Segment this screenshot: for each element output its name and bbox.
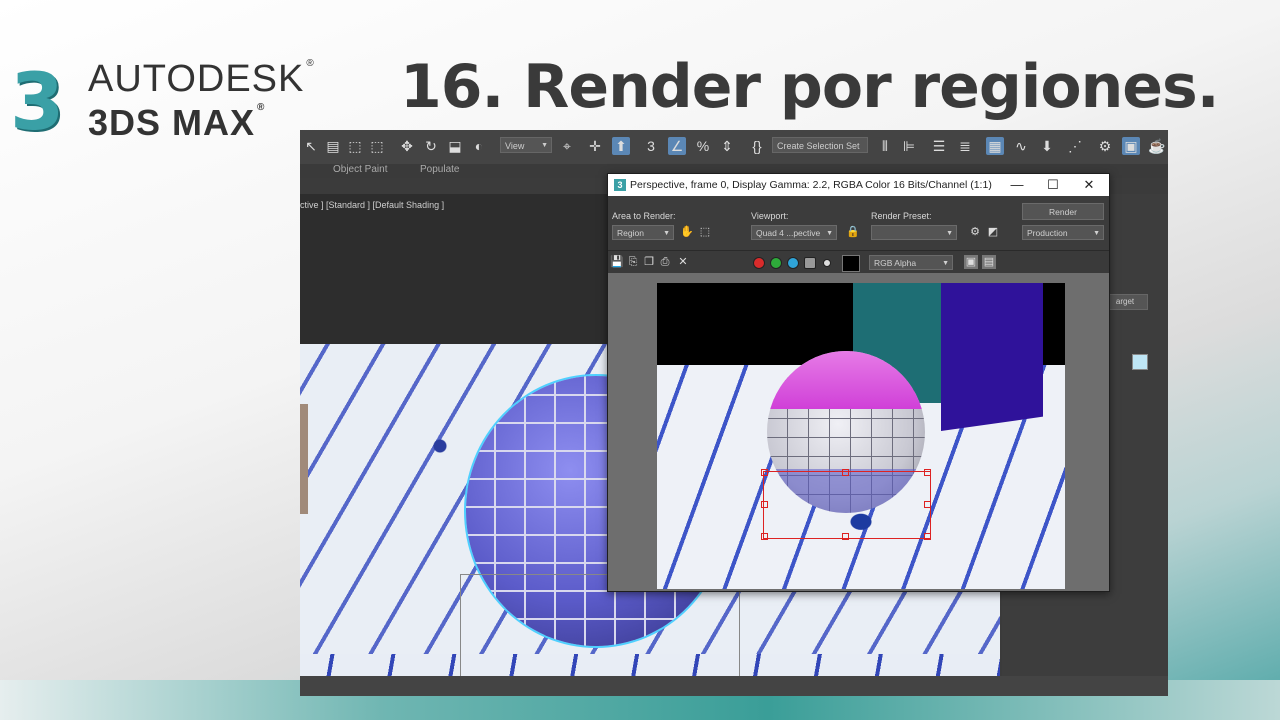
reference-coordinate-dropdown[interactable]: View ▼ [500, 137, 552, 153]
render-window-titlebar: 3 Perspective, frame 0, Display Gamma: 2… [608, 174, 1109, 196]
viewport-label: Viewport: [751, 211, 789, 221]
align-icon[interactable]: ⊫ [900, 137, 918, 155]
3ds-max-window-icon: 3 [614, 179, 626, 191]
select-manipulate-icon[interactable]: ✛ [586, 137, 604, 155]
scene-wall [300, 404, 308, 514]
region-handle[interactable] [842, 469, 849, 476]
viewport-label[interactable]: ctive ] [Standard ] [Default Shading ] [300, 200, 444, 210]
logo-line-3ds-max: 3DS MAX ® [88, 102, 266, 143]
ribbon-tab-object-paint[interactable]: Object Paint [333, 164, 387, 175]
region-handle[interactable] [842, 533, 849, 540]
render-window-title: Perspective, frame 0, Display Gamma: 2.2… [630, 179, 992, 191]
curve-editor-icon[interactable]: ∿ [1012, 137, 1030, 155]
pivot-icon[interactable]: ⌖ [558, 137, 576, 155]
environment-icon[interactable]: ◩ [986, 225, 1000, 239]
viewport-dropdown[interactable]: Quad 4 ...pective ▼ [751, 225, 837, 240]
clone-window-icon[interactable]: ❐ [642, 255, 656, 269]
toggle-ui-icon[interactable]: ▤ [982, 255, 996, 269]
rendered-frame-window: 3 Perspective, frame 0, Display Gamma: 2… [607, 173, 1110, 592]
toggle-ui-overlay-icon[interactable]: ▣ [964, 255, 978, 269]
maximize-button[interactable]: ☐ [1035, 174, 1071, 196]
monochrome-toggle[interactable] [823, 259, 831, 267]
move-icon[interactable]: ✥ [398, 137, 416, 155]
display-channel-dropdown[interactable]: RGB Alpha ▼ [869, 255, 953, 270]
render-display-area [608, 273, 1109, 591]
select-region-icon[interactable]: ▤ [324, 137, 342, 155]
percent-snap-icon[interactable]: % [694, 137, 712, 155]
autodesk-logo: 3 AUTODESK ® 3DS MAX ® [10, 58, 320, 148]
close-button[interactable]: ✕ [1071, 174, 1107, 196]
mirror-icon[interactable]: ⫴ [876, 137, 894, 155]
main-toolbar: ↖ ▤ ⬚ ⬚ ✥ ↻ ⬓ ◐ View ▼ ⌖ ✛ ⬆ 3 ∠ % ⇕ {} C… [300, 130, 1168, 165]
logo-line-autodesk: AUTODESK ® [88, 58, 315, 100]
selection-set-dropdown[interactable]: Create Selection Set [772, 137, 868, 153]
lock-icon[interactable]: 🔒 [846, 225, 860, 239]
angle-snap-icon[interactable]: ∠ [668, 137, 686, 155]
region-handle[interactable] [761, 501, 768, 508]
snap-icon[interactable]: 3 [642, 137, 660, 155]
green-channel-toggle[interactable] [770, 257, 782, 269]
area-to-render-dropdown[interactable]: Region ▼ [612, 225, 674, 240]
schematic-view-icon[interactable]: ▦ [986, 137, 1004, 155]
rendered-purple-box [941, 283, 1043, 431]
status-bar [300, 676, 1168, 696]
render-preset-label: Render Preset: [871, 211, 932, 221]
render-region-box[interactable] [761, 469, 931, 540]
select-icon-2[interactable]: ⬚ [368, 137, 386, 155]
color-swatch[interactable] [1132, 354, 1148, 370]
ribbon-tab-populate[interactable]: Populate [420, 164, 459, 175]
clear-icon[interactable]: ✕ [676, 255, 690, 269]
layer-explorer-icon[interactable]: ☰ [930, 137, 948, 155]
scale-icon[interactable]: ⬓ [446, 137, 464, 155]
scene-explorer-icon[interactable]: ≣ [956, 137, 974, 155]
minimize-button[interactable]: — [999, 174, 1035, 196]
region-handle[interactable] [761, 533, 768, 540]
edit-region-icon[interactable]: ✋ [680, 225, 694, 239]
render-preset-dropdown[interactable]: ▼ [871, 225, 957, 240]
rotate-icon[interactable]: ↻ [422, 137, 440, 155]
print-icon[interactable]: ⎙ [658, 255, 672, 269]
keyboard-shortcut-override-icon[interactable]: ⬆ [612, 137, 630, 155]
rendered-frame-window-icon[interactable]: ▣ [1122, 137, 1140, 155]
region-handle[interactable] [924, 469, 931, 476]
copy-image-icon[interactable]: ⎘ [626, 255, 640, 269]
area-to-render-label: Area to Render: [612, 211, 676, 221]
region-handle[interactable] [924, 501, 931, 508]
page-title: 16. Render por regiones. [400, 52, 1219, 122]
render-setup-icon[interactable]: ⚙ [1096, 137, 1114, 155]
selection-filter-icon[interactable]: ◐ [470, 137, 488, 155]
select-icon[interactable]: ↖ [302, 137, 320, 155]
render-icon[interactable]: ☕ [1148, 137, 1166, 155]
save-image-icon[interactable]: 💾 [610, 255, 624, 269]
spinner-snap-icon[interactable]: ⇕ [718, 137, 736, 155]
3ds-max-logo-icon: 3 [10, 58, 65, 148]
region-handle[interactable] [924, 533, 931, 540]
auto-region-icon[interactable]: ⬚ [698, 225, 712, 239]
region-handle[interactable] [761, 469, 768, 476]
rendered-image[interactable] [657, 283, 1065, 589]
sphere-magenta-cap [767, 351, 925, 409]
render-mode-dropdown[interactable]: Production ▼ [1022, 225, 1104, 240]
edit-named-selection-icon[interactable]: {} [748, 137, 766, 155]
blue-channel-toggle[interactable] [787, 257, 799, 269]
window-crossing-icon[interactable]: ⬚ [346, 137, 364, 155]
render-setup-icon[interactable]: ⚙ [968, 225, 982, 239]
render-window-toolbar: 💾 ⎘ ❐ ⎙ ✕ RGB Alpha ▼ ▣ ▤ [608, 250, 1109, 274]
swatch-icon[interactable] [842, 255, 860, 272]
alpha-channel-toggle[interactable] [804, 257, 816, 269]
render-button[interactable]: Render [1022, 203, 1104, 220]
material-editor-compact-icon[interactable]: ⋰ [1066, 137, 1084, 155]
material-editor-icon[interactable]: ⬇ [1038, 137, 1056, 155]
red-channel-toggle[interactable] [753, 257, 765, 269]
